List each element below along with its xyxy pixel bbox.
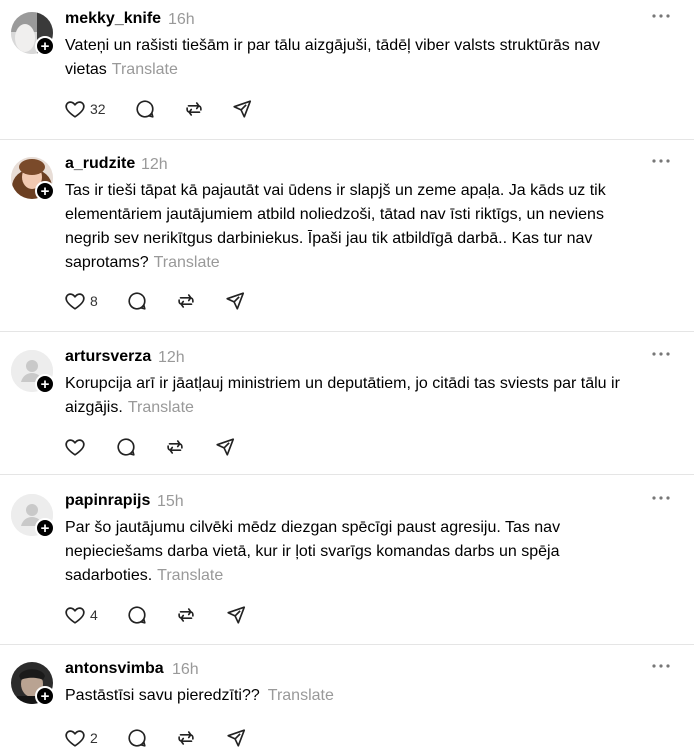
repost-icon bbox=[178, 294, 194, 308]
repost-button[interactable] bbox=[164, 436, 186, 460]
thread-replies: + mekky_knife 16h Vateņi un rašisti tieš… bbox=[0, 0, 694, 751]
repost-icon bbox=[186, 102, 202, 116]
share-button[interactable] bbox=[214, 436, 236, 460]
action-bar: 8 bbox=[64, 290, 284, 314]
post-text-block: Tas ir tieši tāpat kā pajautāt vai ūdens… bbox=[65, 179, 645, 275]
timestamp: 15h bbox=[157, 493, 184, 510]
comment-icon bbox=[136, 100, 154, 118]
comment-icon bbox=[117, 438, 135, 456]
share-icon bbox=[233, 100, 252, 118]
heart-icon bbox=[65, 607, 85, 624]
action-bar: 32 bbox=[64, 98, 284, 122]
reply-button[interactable] bbox=[115, 436, 137, 460]
share-button[interactable] bbox=[225, 727, 247, 751]
repost-button[interactable] bbox=[175, 604, 197, 628]
comment-icon bbox=[128, 292, 146, 310]
post-text-block: Pastāstīsi savu pieredzīti?? Translate bbox=[65, 684, 645, 708]
like-count: 2 bbox=[90, 730, 98, 746]
translate-link[interactable]: Translate bbox=[157, 567, 223, 584]
heart-icon bbox=[65, 293, 85, 310]
like-count: 32 bbox=[90, 101, 106, 117]
post-text: Par šo jautājumu cilvēki mēdz diezgan sp… bbox=[65, 519, 561, 584]
like-button[interactable]: 8 bbox=[64, 290, 98, 314]
share-button[interactable] bbox=[225, 604, 247, 628]
post-text: Pastāstīsi savu pieredzīti?? bbox=[65, 687, 260, 704]
timestamp: 16h bbox=[172, 661, 199, 678]
repost-icon bbox=[178, 731, 194, 745]
username[interactable]: a_rudzite bbox=[65, 155, 135, 173]
reply-post: + mekky_knife 16h Vateņi un rašisti tieš… bbox=[0, 0, 694, 139]
repost-icon bbox=[167, 440, 183, 454]
username[interactable]: artursverza bbox=[65, 348, 151, 366]
follow-plus-icon[interactable]: + bbox=[35, 181, 55, 201]
comment-icon bbox=[128, 606, 146, 624]
divider bbox=[0, 139, 694, 140]
follow-plus-icon[interactable]: + bbox=[35, 374, 55, 394]
heart-icon bbox=[65, 730, 85, 747]
divider bbox=[0, 331, 694, 332]
repost-button[interactable] bbox=[175, 727, 197, 751]
action-bar: 2 bbox=[64, 727, 284, 751]
more-icon[interactable] bbox=[650, 344, 672, 364]
reply-post: + papinrapijs 15h Par šo jautājumu cilvē… bbox=[0, 482, 694, 644]
repost-icon bbox=[178, 608, 194, 622]
reply-button[interactable] bbox=[126, 727, 148, 751]
more-icon[interactable] bbox=[650, 6, 672, 26]
timestamp: 12h bbox=[158, 349, 185, 366]
more-icon[interactable] bbox=[650, 151, 672, 171]
username[interactable]: papinrapijs bbox=[65, 492, 150, 510]
post-text: Tas ir tieši tāpat kā pajautāt vai ūdens… bbox=[65, 182, 606, 271]
translate-link[interactable]: Translate bbox=[154, 254, 220, 271]
more-icon[interactable] bbox=[650, 656, 672, 676]
like-count: 4 bbox=[90, 607, 98, 623]
like-button[interactable]: 2 bbox=[64, 727, 98, 751]
share-button[interactable] bbox=[231, 98, 253, 122]
share-icon bbox=[227, 606, 246, 624]
reply-button[interactable] bbox=[126, 604, 148, 628]
divider bbox=[0, 474, 694, 475]
reply-post: + a_rudzite 12h Tas ir tieši tāpat kā pa… bbox=[0, 145, 694, 331]
share-button[interactable] bbox=[224, 290, 246, 314]
comment-icon bbox=[128, 729, 146, 747]
timestamp: 16h bbox=[168, 11, 195, 28]
heart-icon bbox=[65, 439, 85, 456]
share-icon bbox=[216, 438, 235, 456]
like-button[interactable]: 4 bbox=[64, 604, 98, 628]
share-icon bbox=[227, 729, 246, 747]
follow-plus-icon[interactable]: + bbox=[35, 518, 55, 538]
translate-link[interactable]: Translate bbox=[268, 687, 334, 704]
follow-plus-icon[interactable]: + bbox=[35, 36, 55, 56]
timestamp: 12h bbox=[141, 156, 168, 173]
reply-post: + artursverza 12h Korupcija arī ir jāatļ… bbox=[0, 338, 694, 474]
translate-link[interactable]: Translate bbox=[112, 61, 178, 78]
username[interactable]: antonsvimba bbox=[65, 660, 164, 678]
like-button[interactable]: 32 bbox=[64, 98, 106, 122]
post-text-block: Par šo jautājumu cilvēki mēdz diezgan sp… bbox=[65, 516, 645, 588]
heart-icon bbox=[65, 101, 85, 118]
post-text-block: Vateņi un rašisti tiešām ir par tālu aiz… bbox=[65, 34, 645, 82]
action-bar: 4 bbox=[64, 604, 284, 628]
like-button[interactable] bbox=[64, 436, 86, 460]
follow-plus-icon[interactable]: + bbox=[35, 686, 55, 706]
post-text-block: Korupcija arī ir jāatļauj ministriem un … bbox=[65, 372, 645, 420]
translate-link[interactable]: Translate bbox=[128, 399, 194, 416]
repost-button[interactable] bbox=[175, 290, 197, 314]
divider bbox=[0, 644, 694, 645]
more-icon[interactable] bbox=[650, 488, 672, 508]
username[interactable]: mekky_knife bbox=[65, 10, 161, 28]
repost-button[interactable] bbox=[183, 98, 205, 122]
reply-button[interactable] bbox=[134, 98, 156, 122]
reply-post: + antonsvimba 16h Pastāstīsi savu piered… bbox=[0, 650, 694, 751]
share-icon bbox=[226, 292, 245, 310]
like-count: 8 bbox=[90, 293, 98, 309]
reply-button[interactable] bbox=[126, 290, 148, 314]
action-bar bbox=[64, 436, 284, 460]
